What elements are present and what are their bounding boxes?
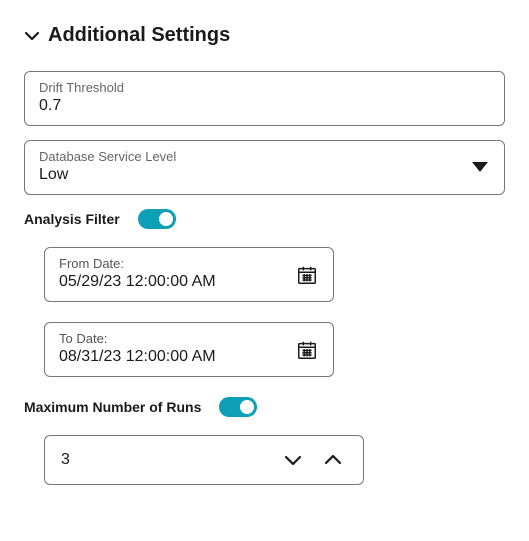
database-service-level-select[interactable]: Database Service Level Low xyxy=(24,140,505,195)
to-date-label: To Date: xyxy=(59,331,319,346)
max-runs-toggle[interactable] xyxy=(219,397,257,417)
section-title: Additional Settings xyxy=(48,24,230,47)
stepper-decrement-button[interactable] xyxy=(273,436,313,484)
analysis-filter-toggle[interactable] xyxy=(138,209,176,229)
analysis-filter-label: Analysis Filter xyxy=(24,211,120,227)
max-runs-row: Maximum Number of Runs xyxy=(24,397,505,417)
calendar-icon[interactable] xyxy=(295,263,319,287)
chevron-down-icon xyxy=(24,28,40,44)
from-date-value: 05/29/23 12:00:00 AM xyxy=(59,273,319,291)
calendar-icon[interactable] xyxy=(295,338,319,362)
max-runs-stepper[interactable]: 3 xyxy=(44,435,364,485)
drift-threshold-label: Drift Threshold xyxy=(39,80,490,95)
toggle-knob xyxy=(240,400,254,414)
from-date-field[interactable]: From Date: 05/29/23 12:00:00 AM xyxy=(44,247,334,302)
to-date-value: 08/31/23 12:00:00 AM xyxy=(59,348,319,366)
max-runs-value: 3 xyxy=(61,451,273,469)
analysis-filter-row: Analysis Filter xyxy=(24,209,505,229)
database-service-level-value: Low xyxy=(39,166,490,184)
dropdown-caret-icon xyxy=(472,159,488,177)
drift-threshold-field[interactable]: Drift Threshold 0.7 xyxy=(24,71,505,126)
database-service-level-label: Database Service Level xyxy=(39,149,490,164)
drift-threshold-value: 0.7 xyxy=(39,97,490,115)
max-runs-label: Maximum Number of Runs xyxy=(24,399,201,415)
toggle-knob xyxy=(159,212,173,226)
additional-settings-header[interactable]: Additional Settings xyxy=(24,24,505,47)
stepper-increment-button[interactable] xyxy=(313,436,353,484)
to-date-field[interactable]: To Date: 08/31/23 12:00:00 AM xyxy=(44,322,334,377)
from-date-label: From Date: xyxy=(59,256,319,271)
